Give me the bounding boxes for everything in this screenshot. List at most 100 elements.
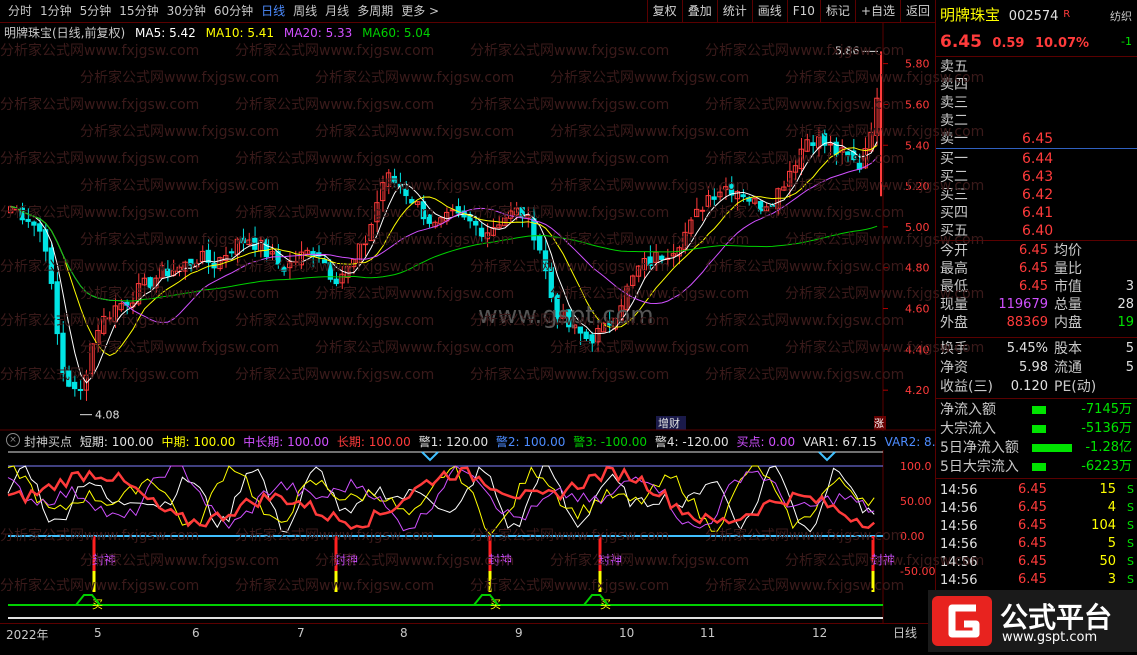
tool-button-4[interactable]: F10 bbox=[786, 0, 820, 22]
stat-value: 5.45% bbox=[1006, 341, 1048, 356]
period-tab-9[interactable]: 多周期 bbox=[353, 3, 397, 19]
last-price: 6.45 bbox=[940, 32, 982, 52]
kline-chart[interactable]: 5.80 5.60 5.40 5.20 5.00 4.80 4.60 4.40 4.20 5.86… bbox=[0, 23, 935, 431]
tool-button-5[interactable]: 标记 bbox=[819, 0, 855, 22]
sector-value: -1 bbox=[1121, 35, 1132, 48]
xaxis-label-5: 9 bbox=[515, 626, 523, 640]
indicator-close-icon[interactable]: × bbox=[6, 433, 20, 447]
period-tab-6[interactable]: 日线 bbox=[257, 3, 289, 19]
tool-button-3[interactable]: 画线 bbox=[751, 0, 787, 22]
period-tab-1[interactable]: 1分钟 bbox=[36, 3, 76, 19]
stat-label: 均价 bbox=[1054, 243, 1082, 259]
ind-tick-label: 50.00 bbox=[900, 495, 932, 508]
bid-row: 买三 6.42 bbox=[940, 186, 1136, 204]
var1-label: VAR1: 67.15 bbox=[802, 435, 877, 449]
stat-label: PE(动) bbox=[1054, 379, 1097, 395]
candle-body bbox=[164, 268, 171, 277]
candle-body bbox=[403, 188, 409, 197]
bid-label: 买二 bbox=[940, 169, 968, 185]
stat-value: 6.45 bbox=[1019, 279, 1048, 294]
candle-body bbox=[810, 142, 816, 146]
event-tag-1[interactable]: 涨 bbox=[874, 418, 884, 430]
tick-direction: S bbox=[1127, 573, 1134, 586]
candle-body bbox=[426, 214, 432, 224]
candle-body bbox=[54, 281, 60, 335]
flow-value: -1.28亿 bbox=[1085, 440, 1132, 455]
candle-body bbox=[537, 235, 543, 251]
signal-label: 封神 bbox=[488, 553, 512, 567]
period-tab-8[interactable]: 月线 bbox=[321, 3, 353, 19]
buy-marker: 买 bbox=[92, 598, 103, 611]
tool-button-0[interactable]: 复权 bbox=[646, 0, 682, 22]
tick-price: 6.45 bbox=[1018, 482, 1047, 497]
period-tab-0[interactable]: 分时 bbox=[4, 3, 36, 19]
price-tick-label: 4.80 bbox=[905, 262, 930, 275]
period-tab-4[interactable]: 30分钟 bbox=[163, 3, 210, 19]
xaxis-label-8: 12 bbox=[812, 626, 828, 640]
tool-button-6[interactable]: +自选 bbox=[854, 0, 900, 22]
flow-label: 大宗流入 bbox=[940, 421, 996, 437]
tick-volume: 3 bbox=[1107, 572, 1116, 587]
ma60-label: MA60: 5.04 bbox=[362, 26, 431, 40]
stat-value: 28 bbox=[1117, 297, 1134, 312]
stat-label: 现量 bbox=[940, 297, 968, 313]
price-tick-label: 5.00 bbox=[905, 221, 930, 234]
quote-header: 明牌珠宝 002574 R 纺织 bbox=[940, 6, 1136, 24]
indicator-title: 封神买点 bbox=[24, 435, 73, 449]
stat-row: 净资 5.98 流通 5 bbox=[940, 359, 1136, 377]
period-tab-5[interactable]: 60分钟 bbox=[210, 3, 257, 19]
candle-body bbox=[478, 227, 485, 238]
candle-body bbox=[647, 256, 653, 266]
period-tab-2[interactable]: 5分钟 bbox=[76, 3, 116, 19]
period-tab-3[interactable]: 15分钟 bbox=[115, 3, 162, 19]
tick-time: 14:56 bbox=[940, 501, 978, 516]
event-tag-0[interactable]: 增财 bbox=[658, 416, 680, 430]
tick-direction: S bbox=[1127, 555, 1134, 568]
candle-body bbox=[321, 259, 328, 264]
stat-label: 总量 bbox=[1054, 297, 1082, 313]
candle-body bbox=[711, 196, 717, 200]
w1-label: 警1: 120.00 bbox=[418, 435, 489, 449]
indicator-legend: 封神买点 短期: 100.00 中期: 100.00 中长期: 100.00 长… bbox=[24, 433, 955, 450]
ask-row: 卖四 bbox=[940, 76, 1136, 94]
bid-label: 买三 bbox=[940, 187, 968, 203]
stat-value: 5.98 bbox=[1019, 360, 1048, 375]
signal-label: 封神 bbox=[598, 553, 622, 567]
brand-logo: 公式平台 www.gspt.com bbox=[928, 590, 1137, 652]
w2-label: 警2: 100.00 bbox=[495, 435, 566, 449]
stat-value: 3 bbox=[1125, 279, 1134, 294]
ask-label: 卖一 bbox=[940, 131, 968, 147]
indicator-chart[interactable]: 100.0 50.00 0.00 -50.00 封神 封神 封神 封神 封神买 买 买 bbox=[0, 450, 935, 623]
top-toolbar: 分时 1分钟 5分钟 15分钟 30分钟 60分钟 日线 周线 月线 多周期 更多 > 复权 叠加 统计… bbox=[0, 0, 935, 23]
period-tabs: 分时 1分钟 5分钟 15分钟 30分钟 60分钟 日线 周线 月线 多周期 更多 > bbox=[4, 3, 443, 19]
tick-volume: 15 bbox=[1099, 482, 1116, 497]
period-tab-7[interactable]: 周线 bbox=[289, 3, 321, 19]
candle-body bbox=[60, 332, 66, 375]
tick-time: 14:56 bbox=[940, 573, 978, 588]
tool-button-1[interactable]: 叠加 bbox=[681, 0, 717, 22]
price-tick-label: 5.40 bbox=[905, 139, 930, 152]
stat-label: 股本 bbox=[1054, 341, 1082, 357]
bid-row: 买二 6.43 bbox=[940, 168, 1136, 186]
bid-price: 6.44 bbox=[1022, 151, 1054, 167]
xaxis-label-3: 7 bbox=[297, 626, 305, 640]
buy-label: 买点: 0.00 bbox=[736, 435, 796, 449]
tick-direction: S bbox=[1127, 483, 1134, 496]
stat-label: 市值 bbox=[1054, 279, 1082, 295]
short-label: 短期: 100.00 bbox=[79, 435, 154, 449]
tick-direction: S bbox=[1127, 519, 1134, 532]
stat-value: 5 bbox=[1125, 360, 1134, 375]
flow-value: -7145万 bbox=[1081, 402, 1132, 417]
period-tab-10[interactable]: 更多 > bbox=[397, 3, 443, 19]
candle-body bbox=[391, 175, 397, 184]
tick-row: 14:56 6.45 4 S bbox=[940, 499, 1136, 517]
stat-value: 5 bbox=[1125, 341, 1134, 356]
tick-time: 14:56 bbox=[940, 537, 978, 552]
price-tick-label: 4.60 bbox=[905, 303, 930, 316]
bid-price: 6.42 bbox=[1022, 187, 1054, 203]
tool-button-2[interactable]: 统计 bbox=[716, 0, 752, 22]
ma5-line bbox=[10, 141, 878, 384]
ask-row: 卖一 6.45 bbox=[940, 130, 1136, 148]
stat-row: 最低 6.45 市值 3 bbox=[940, 278, 1136, 296]
tool-button-7[interactable]: 返回 bbox=[899, 0, 935, 22]
